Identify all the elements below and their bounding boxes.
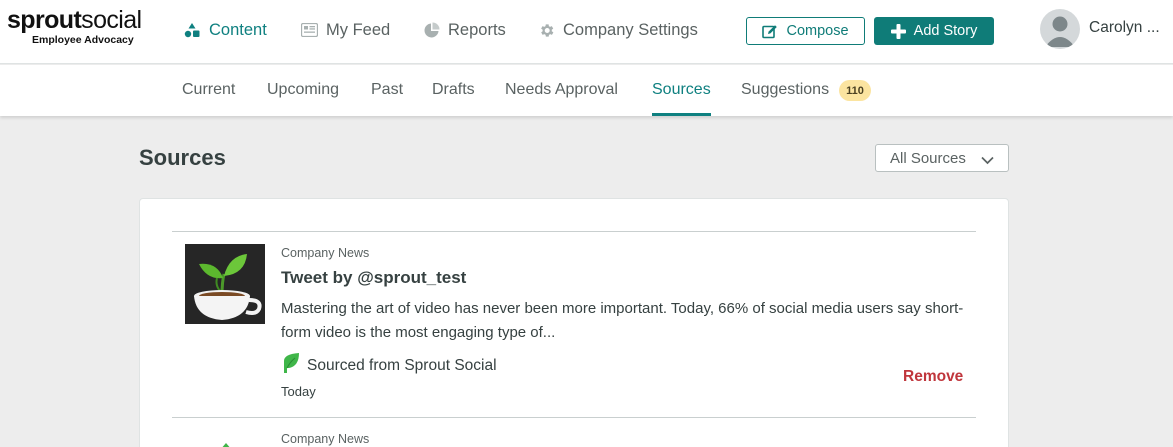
chevron-down-icon [981,152,994,169]
page-title: Sources [139,145,226,170]
nav-content[interactable]: Content [183,19,267,41]
user-name[interactable]: Carolyn ... [1089,19,1160,37]
tab-sources[interactable]: Sources [652,81,711,99]
post-date: Today [281,384,316,399]
add-story-button[interactable]: Add Story [874,17,994,45]
logo-wordmark: sproutsocial [7,6,142,34]
reports-icon [422,21,440,39]
post-thumbnail-coffee-plant[interactable] [185,244,265,324]
sub-navigation: Current Upcoming Past Drafts Needs Appro… [0,65,1173,116]
divider [172,231,976,232]
gear-icon [537,21,555,39]
plus-icon [890,23,906,39]
tab-needs-approval[interactable]: Needs Approval [505,81,618,99]
sprout-leaf-icon [283,353,300,374]
divider [172,417,976,418]
post-body: Mastering the art of video has never bee… [281,300,964,341]
content-icon [183,21,201,39]
nav-company-settings-label: Company Settings [563,20,698,39]
post-source: Sourced from Sprout Social [307,357,497,374]
compose-label: Compose [786,23,849,39]
active-tab-indicator [652,113,711,116]
sources-filter-dropdown[interactable]: All Sources [875,144,1009,172]
remove-button[interactable]: Remove [903,368,963,386]
post-category: Company News [281,432,370,446]
tab-past[interactable]: Past [371,81,403,99]
avatar[interactable] [1040,9,1080,49]
add-story-label: Add Story [913,23,978,39]
post-category: Company News [281,246,370,260]
post-title[interactable]: Tweet by @sprout_test [281,268,466,288]
sources-filter-value: All Sources [890,149,966,167]
tab-upcoming[interactable]: Upcoming [267,81,339,99]
top-bar: sproutsocial Employee Advocacy Content M… [0,0,1173,64]
nav-my-feed-label: My Feed [326,20,391,39]
sprout-social-logo[interactable]: sproutsocial Employee Advocacy [7,6,167,46]
compose-button[interactable]: Compose [746,17,865,45]
suggestions-count-badge: 110 [839,80,871,101]
nav-my-feed[interactable]: My Feed [300,19,390,41]
edit-icon [762,24,778,39]
nav-reports[interactable]: Reports [422,19,506,41]
post-thumbnail-partial[interactable] [218,439,234,447]
nav-company-settings[interactable]: Company Settings [537,19,698,41]
tab-suggestions[interactable]: Suggestions [741,81,829,99]
tab-current[interactable]: Current [182,81,235,99]
nav-content-label: Content [209,20,267,39]
logo-tagline: Employee Advocacy [32,34,134,46]
tab-drafts[interactable]: Drafts [432,81,475,99]
nav-reports-label: Reports [448,20,506,39]
feed-icon [300,21,318,39]
